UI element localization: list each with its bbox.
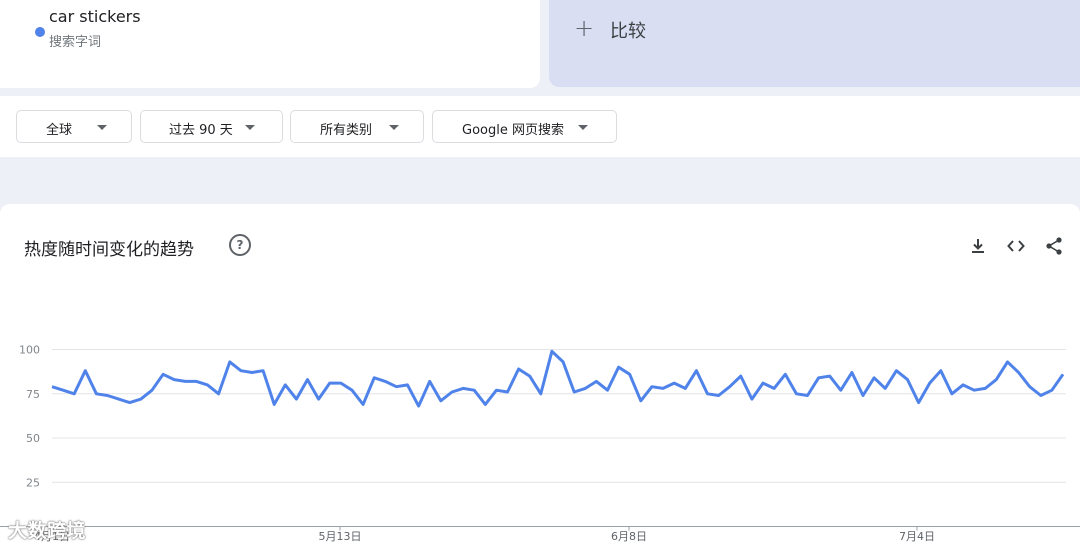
y-tick-label: 25 <box>26 476 40 489</box>
trend-chart: 2550751004月1日 5月13日 6月8日 7月4日 <box>0 344 1080 543</box>
series-line <box>51 349 1065 408</box>
x-tick-label: 6月8日 <box>611 530 647 543</box>
y-tick-label: 50 <box>26 432 40 445</box>
y-tick-label: 75 <box>26 388 40 401</box>
x-tick-label: 5月13日 <box>319 530 362 543</box>
watermark: 大数跨境 <box>8 520 87 542</box>
y-tick-label: 100 <box>19 344 40 357</box>
x-tick-label: 7月4日 <box>899 530 935 543</box>
